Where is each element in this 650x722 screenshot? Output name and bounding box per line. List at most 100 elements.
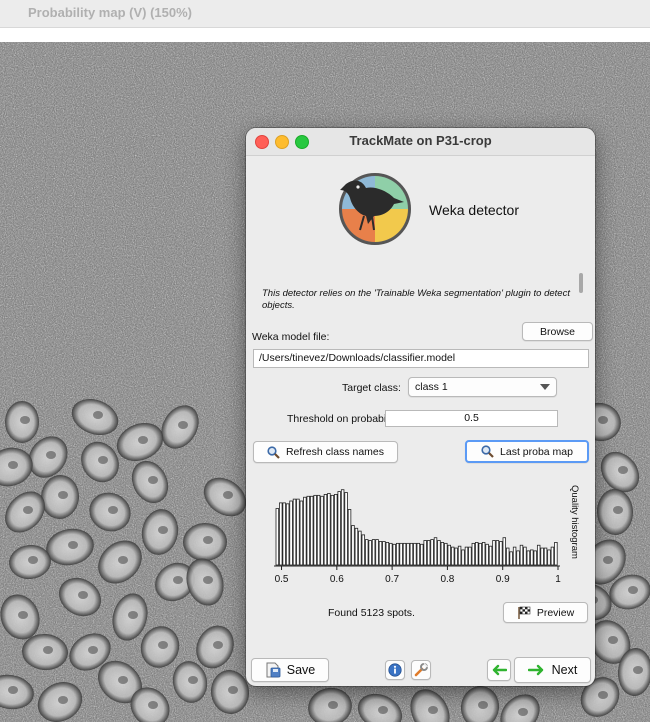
nucleus-spot bbox=[173, 576, 183, 584]
histogram-bar bbox=[296, 498, 300, 566]
nucleus-spot bbox=[8, 461, 18, 469]
nucleus-spot bbox=[78, 591, 88, 599]
histogram-bar bbox=[468, 546, 472, 566]
nucleus-spot bbox=[118, 556, 128, 564]
histogram-bar bbox=[437, 540, 441, 566]
histogram-bar bbox=[299, 500, 304, 566]
histogram-bar bbox=[471, 542, 476, 566]
preview-button[interactable]: Preview bbox=[503, 602, 588, 623]
histogram-bar bbox=[440, 542, 445, 566]
histogram-bar bbox=[316, 494, 321, 566]
histogram-bar bbox=[457, 545, 462, 566]
nucleus-spot bbox=[603, 556, 613, 564]
histogram-bar bbox=[320, 495, 324, 566]
last-proba-map-button[interactable]: Last proba map bbox=[465, 440, 589, 463]
histogram-bar bbox=[406, 542, 410, 566]
histogram-bar bbox=[303, 496, 307, 566]
histogram-bar bbox=[330, 494, 335, 566]
nucleus-spot bbox=[18, 611, 28, 619]
histogram-bar bbox=[416, 542, 421, 566]
histogram-bar bbox=[502, 537, 507, 566]
histogram-bar bbox=[365, 539, 369, 566]
histogram-bar bbox=[344, 492, 348, 566]
save-document-icon bbox=[265, 662, 281, 678]
threshold-input[interactable]: 0.5 bbox=[385, 410, 558, 427]
histogram-bar bbox=[334, 494, 338, 566]
nucleus-spot bbox=[20, 416, 30, 424]
histogram-bar bbox=[488, 545, 493, 566]
refresh-class-names-label: Refresh class names bbox=[285, 446, 385, 458]
histogram-bar bbox=[543, 547, 548, 566]
last-proba-map-label: Last proba map bbox=[500, 445, 573, 458]
histogram-bar bbox=[389, 542, 393, 566]
histogram-bar bbox=[519, 544, 524, 566]
histogram-bar bbox=[454, 547, 458, 566]
browse-button[interactable]: Browse bbox=[522, 322, 593, 341]
about-button[interactable] bbox=[385, 660, 405, 680]
magnifier-icon bbox=[481, 445, 494, 458]
histogram-x-tick-label: 0.6 bbox=[330, 574, 344, 585]
histogram-bar bbox=[533, 550, 537, 566]
histogram-side-label: Quality histogram bbox=[569, 485, 580, 559]
dialog-titlebar[interactable]: TrackMate on P31-crop bbox=[246, 128, 595, 156]
nucleus-spot bbox=[88, 646, 98, 654]
nucleus-spot bbox=[428, 706, 438, 714]
preview-button-label: Preview bbox=[536, 606, 575, 619]
histogram-bar bbox=[495, 540, 500, 566]
histogram-bar bbox=[420, 543, 424, 566]
previous-button[interactable] bbox=[487, 659, 511, 681]
nucleus-spot bbox=[178, 421, 188, 429]
histogram-bar bbox=[289, 500, 293, 566]
nucleus-spot bbox=[598, 416, 608, 424]
nucleus-spot bbox=[618, 466, 628, 474]
histogram-x-tick-label: 0.8 bbox=[440, 574, 454, 585]
histogram-x-tick-label: 0.5 bbox=[275, 574, 289, 585]
settings-button[interactable] bbox=[411, 660, 431, 680]
histogram-bar bbox=[285, 503, 290, 566]
dialog-title: TrackMate on P31-crop bbox=[349, 133, 492, 148]
histogram-bar bbox=[402, 542, 407, 566]
background-window-strip bbox=[0, 28, 650, 42]
histogram-bar bbox=[409, 542, 414, 566]
nucleus-spot bbox=[628, 586, 638, 594]
histogram-bar bbox=[536, 544, 541, 566]
model-file-input[interactable]: /Users/tinevez/Downloads/classifier.mode… bbox=[253, 349, 589, 368]
nucleus-spot bbox=[598, 691, 608, 699]
save-button[interactable]: Save bbox=[251, 658, 329, 682]
arrow-right-icon bbox=[527, 664, 546, 676]
refresh-class-names-button[interactable]: Refresh class names bbox=[253, 441, 398, 463]
histogram-bar bbox=[475, 542, 479, 566]
histogram-bar bbox=[485, 543, 489, 566]
nucleus-spot bbox=[58, 491, 68, 499]
nucleus-spot bbox=[46, 451, 56, 459]
magnifier-icon bbox=[267, 445, 280, 459]
histogram-bar bbox=[351, 525, 355, 566]
histogram-bar bbox=[358, 530, 362, 566]
histogram-bar bbox=[371, 539, 376, 566]
histogram-bar bbox=[275, 508, 280, 566]
histogram-bar bbox=[313, 494, 317, 566]
histogram-bar bbox=[450, 546, 455, 566]
trackmate-dialog: TrackMate on P31-crop Weka detector This… bbox=[246, 128, 595, 686]
nucleus-spot bbox=[203, 536, 213, 544]
save-button-label: Save bbox=[286, 663, 316, 677]
nucleus-spot bbox=[633, 666, 643, 674]
histogram-bar bbox=[509, 551, 513, 566]
nucleus-spot bbox=[223, 491, 233, 499]
weka-bird-logo-icon bbox=[338, 172, 412, 246]
next-button[interactable]: Next bbox=[514, 657, 591, 683]
histogram-bar bbox=[323, 494, 328, 566]
histogram-bar bbox=[530, 549, 534, 566]
nucleus-spot bbox=[213, 641, 223, 649]
browse-button-label: Browse bbox=[539, 325, 575, 338]
target-class-label: Target class: bbox=[342, 382, 401, 394]
next-button-label: Next bbox=[551, 663, 578, 677]
histogram-bar bbox=[423, 540, 427, 566]
nucleus-spot bbox=[108, 506, 118, 514]
histogram-x-tick-label: 1 bbox=[555, 574, 561, 585]
histogram-bar bbox=[378, 541, 383, 566]
target-class-select[interactable]: class 1 bbox=[408, 377, 557, 397]
nucleus-spot bbox=[43, 646, 53, 654]
description-scrollbar[interactable] bbox=[579, 273, 583, 293]
checkered-flag-icon bbox=[517, 606, 531, 619]
